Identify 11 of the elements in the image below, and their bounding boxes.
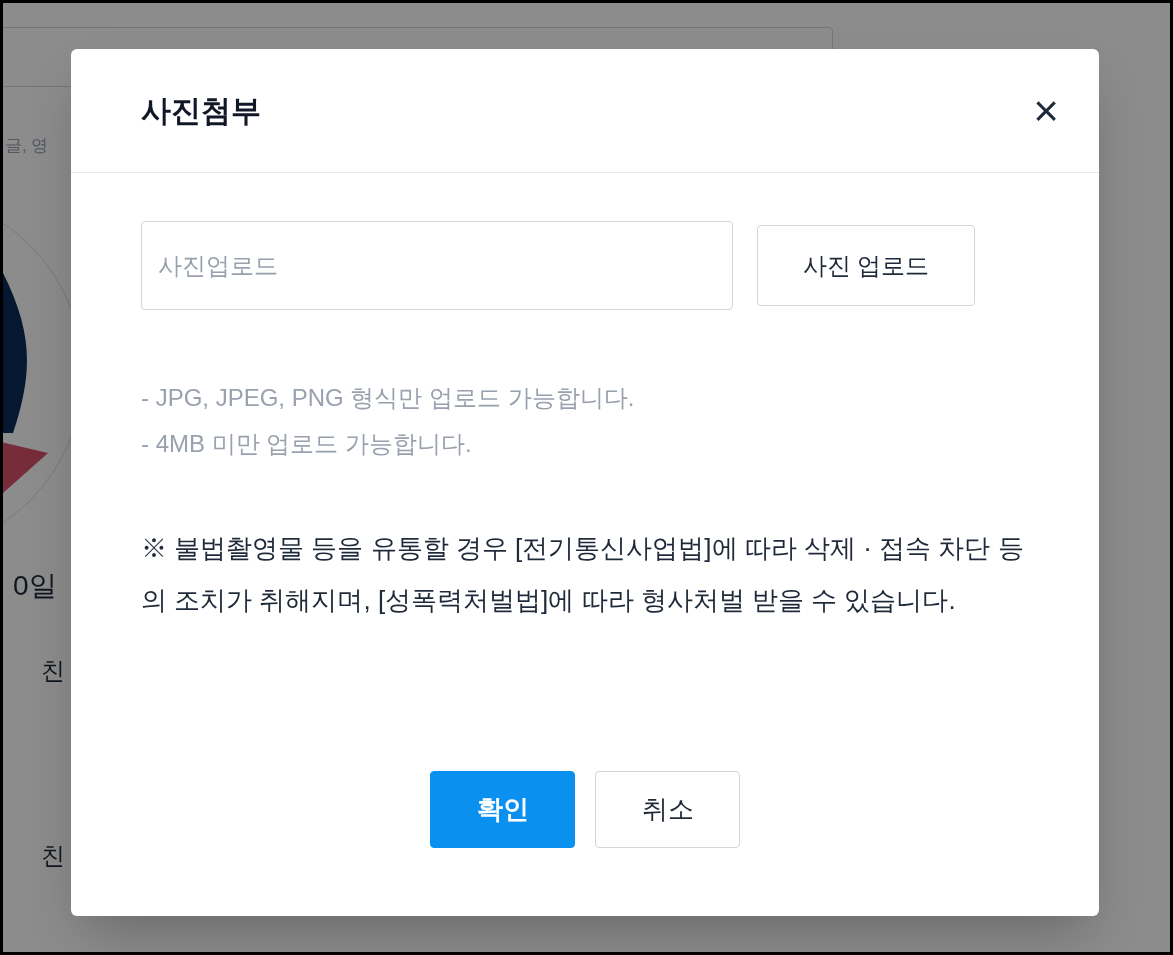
dialog-title: 사진첨부 xyxy=(141,93,261,129)
upload-button[interactable]: 사진 업로드 xyxy=(757,225,975,306)
format-note: - 4MB 미만 업로드 가능합니다. xyxy=(141,429,473,459)
warning-notice: ※ 불법촬영물 등을 유통할 경우 [전기통신사업법]에 따라 삭제 · 접속 차단 등의 조치가 취해지며, [성폭력처벌법]에 따라 형사처벌 받을 수 있습니다. xyxy=(141,532,1025,617)
upload-field[interactable]: 사진업로드 xyxy=(141,221,733,310)
close-button[interactable]: × xyxy=(1029,88,1063,133)
format-note: - JPG, JPEG, PNG 형식만 업로드 가능합니다. xyxy=(141,383,636,413)
date-text: 0일 xyxy=(13,569,57,603)
list-item-text: 친 xyxy=(41,841,65,871)
list-item-text: 친 xyxy=(41,656,65,686)
cancel-button[interactable]: 취소 xyxy=(595,771,740,848)
